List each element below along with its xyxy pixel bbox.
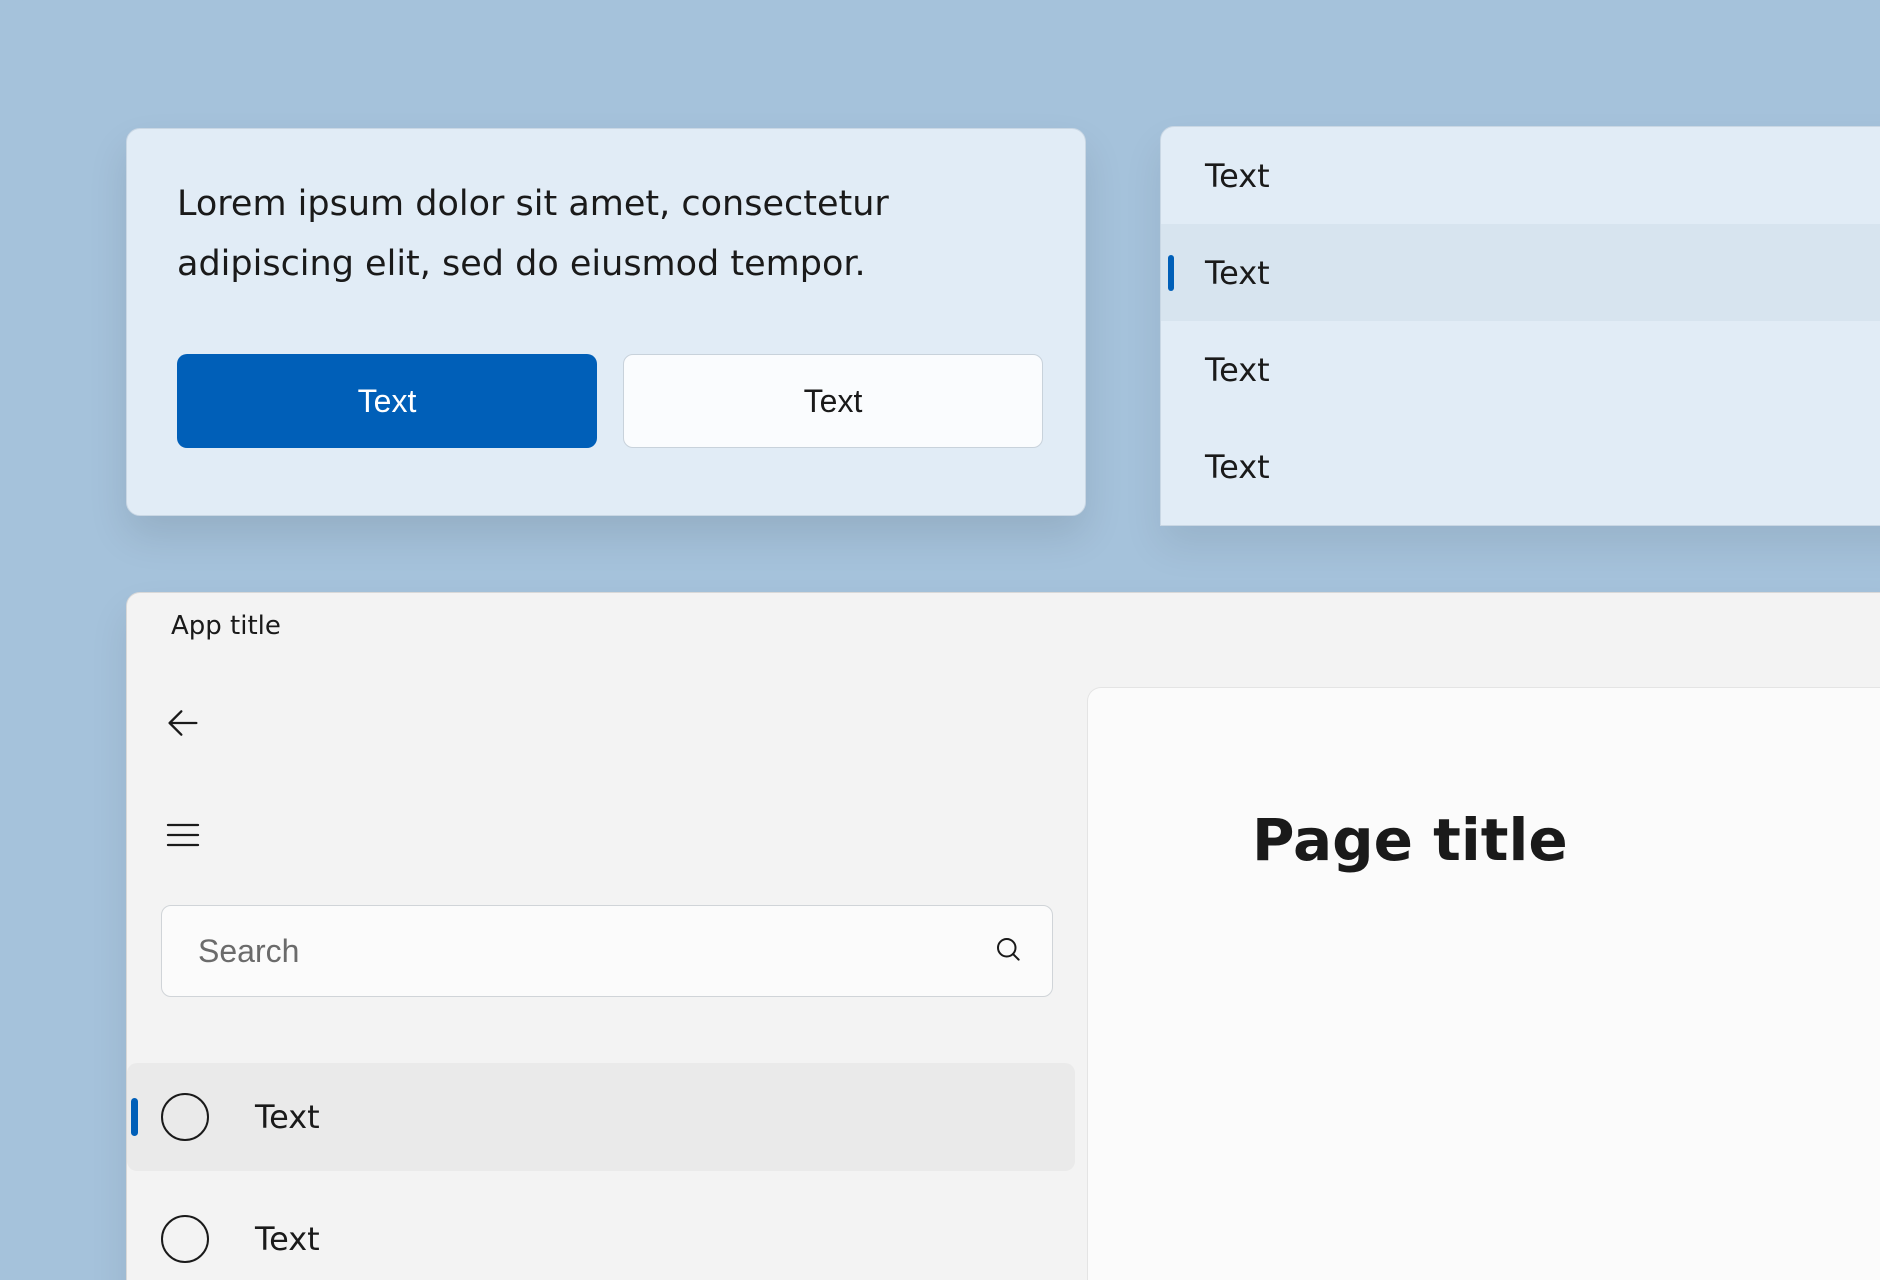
list-item-label: Text: [1205, 157, 1270, 195]
content-panel: Page title: [1087, 687, 1880, 1280]
circle-icon: [161, 1215, 209, 1263]
arrow-left-icon: [163, 703, 203, 747]
list-panel: Text Text Text Text: [1160, 126, 1880, 526]
search-field: [161, 905, 1053, 997]
dialog-button-row: Text Text: [177, 354, 1035, 448]
list-item-label: Text: [1205, 448, 1270, 486]
dialog-primary-button[interactable]: Text: [177, 354, 597, 448]
titlebar: App title: [127, 593, 1880, 659]
search-input[interactable]: [161, 905, 1053, 997]
list-item-label: Text: [1205, 351, 1270, 389]
back-button[interactable]: [147, 689, 219, 761]
nav-item-label: Text: [255, 1220, 320, 1258]
dialog-secondary-button[interactable]: Text: [623, 354, 1043, 448]
hamburger-icon: [163, 815, 203, 859]
nav-item[interactable]: Text: [127, 1185, 1075, 1280]
list-item[interactable]: Text: [1161, 321, 1880, 418]
app-window: App title: [126, 592, 1880, 1280]
nav-item-label: Text: [255, 1098, 320, 1136]
list-item[interactable]: Text: [1161, 418, 1880, 515]
list-item-label: Text: [1205, 254, 1270, 292]
dialog-body-text: Lorem ipsum dolor sit amet, consectetur …: [177, 175, 1035, 294]
list-item[interactable]: Text: [1161, 127, 1880, 224]
list-item[interactable]: Text: [1161, 224, 1880, 321]
nav-list: Text Text: [127, 1063, 1087, 1280]
dialog-card: Lorem ipsum dolor sit amet, consectetur …: [126, 128, 1086, 516]
page-title: Page title: [1252, 806, 1880, 874]
nav-item[interactable]: Text: [127, 1063, 1075, 1171]
app-body: Text Text Page title: [127, 659, 1880, 1280]
hamburger-button[interactable]: [147, 801, 219, 873]
circle-icon: [161, 1093, 209, 1141]
sidebar: Text Text: [127, 659, 1087, 1280]
app-title: App title: [171, 611, 281, 641]
